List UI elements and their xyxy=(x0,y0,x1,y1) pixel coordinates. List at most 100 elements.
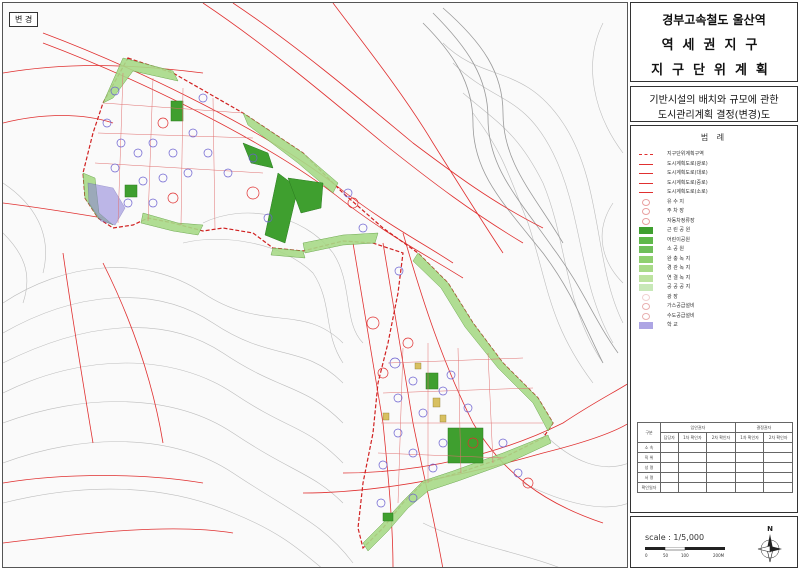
legend-label: 주 차 장 xyxy=(667,208,684,214)
legend-label: 연 결 녹 지 xyxy=(667,274,691,281)
legend-item: 도시계획도로(소로) xyxy=(639,188,789,197)
map-canvas xyxy=(3,3,627,567)
legend-label: 도시계획도로(중로) xyxy=(667,179,708,186)
legend-item: 연 결 녹 지 xyxy=(639,274,789,283)
legend-label: 가스공급설비 xyxy=(667,303,695,309)
legend-swatch xyxy=(639,284,653,291)
table-cell: 입안권자 xyxy=(660,422,736,433)
legend-swatch xyxy=(642,312,650,320)
district-boundary xyxy=(82,57,554,550)
legend-label: 완 충 녹 지 xyxy=(667,255,691,262)
table-cell xyxy=(706,452,736,463)
table-row: 확인일자 xyxy=(637,482,793,493)
legend-item: 완 충 녹 지 xyxy=(639,255,789,264)
terrain-contours xyxy=(3,22,627,567)
legend-item: 근 린 공 원 xyxy=(639,226,789,235)
table-cell xyxy=(677,462,708,473)
legend-label: 자동차정류장 xyxy=(667,217,695,224)
road-network xyxy=(3,3,627,567)
table-row: 담당자 1차 확인자 2차 확인자 1차 확인자 2차 확인자 xyxy=(638,432,793,443)
legend-label: 도시계획도로(대로) xyxy=(667,170,708,176)
table-cell xyxy=(734,452,765,463)
legend-label: 경 관 녹 지 xyxy=(667,265,691,271)
table-row: 직 위 xyxy=(637,452,793,463)
legend-item: 수도공급설비 xyxy=(639,312,789,321)
legend-swatch xyxy=(639,192,653,193)
table-cell xyxy=(763,472,793,483)
legend-item: 도시계획도로(중로) xyxy=(639,179,789,188)
table-cell xyxy=(706,462,736,473)
table-cell xyxy=(734,442,765,453)
table-cell: 직 위 xyxy=(637,452,661,463)
drawing-title-2: 도시관리계획 결정(변경)도 xyxy=(657,110,771,121)
table-cell xyxy=(660,482,679,493)
legend-swatch xyxy=(639,173,653,174)
table-cell xyxy=(763,462,793,473)
legend-item: 광 장 xyxy=(639,293,789,302)
project-subtitle-1: 역세권지구 xyxy=(661,38,767,53)
table-cell xyxy=(706,442,736,453)
legend-swatch xyxy=(639,322,653,329)
legend-swatch xyxy=(642,198,650,206)
scale-tick: 0 xyxy=(645,553,648,558)
table-cell xyxy=(677,442,708,453)
table-cell xyxy=(734,462,765,473)
table-cell xyxy=(677,472,708,483)
legend-item: 자동차정류장 xyxy=(639,217,789,226)
table-cell: 1차 확인자 xyxy=(677,432,708,443)
table-cell: 2차 확인자 xyxy=(763,432,793,443)
legend-label: 공 공 공 지 xyxy=(667,284,691,290)
table-cell xyxy=(734,472,765,483)
project-subtitle-2: 지구단위계획 xyxy=(651,63,777,78)
table-cell xyxy=(660,462,679,473)
revision-tag: 변 경 xyxy=(9,12,39,27)
map-area[interactable]: 변 경 xyxy=(2,2,628,568)
legend-label: 수도공급설비 xyxy=(667,312,695,319)
legend-swatch xyxy=(639,255,653,263)
plan-sheet: 변 경 경부고속철도 울산역 역세권지구 지구단위계획 기반시설의 배치와 규모… xyxy=(0,0,800,570)
legend-swatch xyxy=(639,154,653,155)
legend-item: 어린이공원 xyxy=(639,236,789,245)
legend-label: 근 린 공 원 xyxy=(667,227,691,233)
title-block: 경부고속철도 울산역 역세권지구 지구단위계획 xyxy=(630,2,798,82)
table-row: 소 속 xyxy=(637,442,793,453)
table-cell xyxy=(660,472,679,483)
north-label: N xyxy=(767,525,773,533)
table-cell xyxy=(660,442,679,453)
table-cell: 확인일자 xyxy=(637,482,661,493)
legend: 범 례 지구단위계획구역도시계획도로(광로) 도시계획도로(대로) 도시계획도로(중… xyxy=(630,125,798,513)
legend-swatch xyxy=(642,208,650,215)
approval-table: 구분 입안권자 결정권자 담당자 1차 확인자 2차 확인자 1차 확인자 2차… xyxy=(637,422,794,493)
drawing-title-1: 기반시설의 배치와 규모에 관한 xyxy=(649,95,779,106)
table-cell xyxy=(763,442,793,453)
legend-label: 소 공 원 xyxy=(667,246,684,252)
table-cell xyxy=(677,452,708,463)
table-cell xyxy=(734,482,765,493)
legend-title: 범 례 xyxy=(700,133,728,142)
table-row: 서 명 xyxy=(637,472,793,483)
scale-label: scale : 1/5,000 xyxy=(645,533,705,542)
legend-item: 소 공 원 xyxy=(639,245,789,254)
legend-swatch xyxy=(639,246,653,253)
legend-item: 도시계획도로(광로) xyxy=(639,160,789,169)
legend-item: 유 수 지 xyxy=(639,198,789,207)
table-row: 구분 입안권자 결정권자 xyxy=(637,422,794,443)
legend-swatch xyxy=(639,227,653,234)
legend-swatch xyxy=(639,265,653,272)
drawing-title-block: 기반시설의 배치와 규모에 관한 도시관리계획 결정(변경)도 xyxy=(630,86,798,122)
table-cell xyxy=(763,452,793,463)
legend-item: 지구단위계획구역 xyxy=(639,150,789,159)
legend-swatch xyxy=(639,236,653,244)
table-cell: 결정권자 xyxy=(734,422,794,433)
north-arrow-icon: N xyxy=(757,525,782,563)
legend-label: 지구단위계획구역 xyxy=(667,151,704,157)
legend-item: 경 관 녹 지 xyxy=(639,264,789,273)
table-cell xyxy=(677,482,708,493)
legend-swatch xyxy=(639,182,653,184)
table-cell: 소 속 xyxy=(637,442,661,453)
table-cell: 1차 확인자 xyxy=(734,432,765,443)
table-cell xyxy=(706,472,736,483)
project-title: 경부고속철도 울산역 xyxy=(662,13,766,27)
legend-label: 어린이공원 xyxy=(667,236,691,243)
table-cell: 구분 xyxy=(637,422,661,443)
